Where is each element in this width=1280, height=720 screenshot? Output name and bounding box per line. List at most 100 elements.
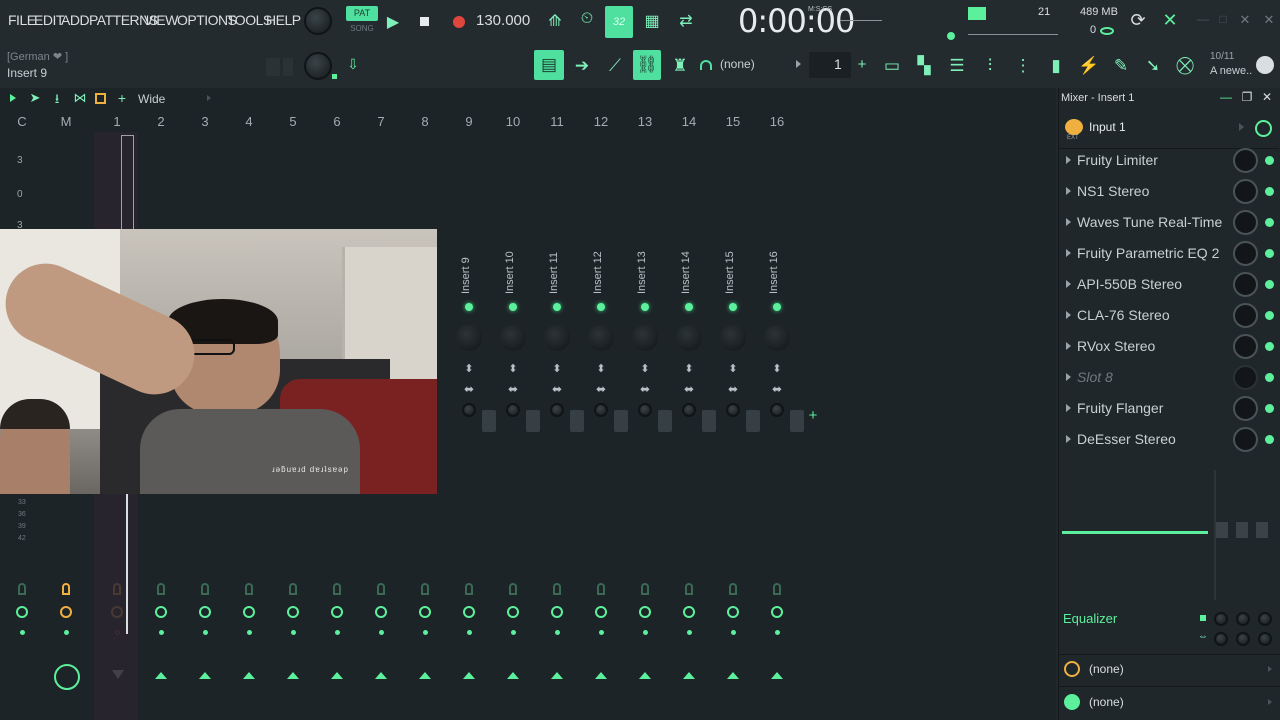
insert-9-lock-icon[interactable]	[465, 583, 473, 595]
effect-slot-8[interactable]: Slot 8	[1062, 364, 1276, 392]
menu-tools[interactable]: TOOLS	[227, 12, 272, 28]
insert-4-send-arrow-icon[interactable]	[243, 672, 255, 679]
slot-label[interactable]: Fruity Parametric EQ 2	[1077, 245, 1227, 261]
effect-slot-3[interactable]: Waves Tune Real-Time S..	[1062, 209, 1276, 237]
magnet-icon[interactable]	[700, 60, 712, 70]
slot-mix-knob[interactable]	[1233, 303, 1258, 328]
slot-expand-arrow-icon[interactable]	[1066, 435, 1071, 443]
mixer-layout-icon[interactable]	[95, 93, 106, 104]
effect-slot-4[interactable]: Fruity Parametric EQ 2	[1062, 240, 1276, 268]
song-mode-button[interactable]: SONG	[346, 24, 378, 33]
insert-6-latency-icon[interactable]	[331, 606, 343, 618]
insert-15-stereo-icon[interactable]: ⬍	[726, 364, 740, 375]
insert-8-latency-icon[interactable]	[419, 606, 431, 618]
insert-9-swap-icon[interactable]: ⬌	[462, 382, 476, 396]
slot-enable-led[interactable]	[1265, 311, 1274, 320]
insert-9-enable-led[interactable]	[465, 303, 473, 311]
insert-16-send-arrow-icon[interactable]	[771, 672, 783, 679]
insert-c-route-dot[interactable]	[20, 630, 25, 635]
effect-slot-6[interactable]: CLA-76 Stereo	[1062, 302, 1276, 330]
mixer-add-icon[interactable]: +	[115, 90, 129, 106]
insert-10-separation-knob[interactable]	[506, 403, 520, 417]
panel-pan-fader[interactable]	[1236, 522, 1248, 538]
insert-10-enable-led[interactable]	[509, 303, 517, 311]
insert-10-lock-icon[interactable]	[509, 583, 517, 595]
insert-name-10[interactable]: Insert 10	[504, 244, 518, 294]
insert-11-route-dot[interactable]	[555, 630, 560, 635]
slot-mix-knob[interactable]	[1233, 210, 1258, 235]
insert-15-fader[interactable]	[746, 410, 760, 432]
slot-label[interactable]: API-550B Stereo	[1077, 276, 1227, 292]
playlist-window-icon[interactable]: ▭	[880, 54, 904, 78]
insert-15-route-dot[interactable]	[731, 630, 736, 635]
insert-name-13[interactable]: Insert 13	[636, 244, 650, 294]
export-icon[interactable]: ➘	[1141, 54, 1165, 78]
insert-12-lock-icon[interactable]	[597, 583, 605, 595]
insert-13-send-arrow-icon[interactable]	[639, 672, 651, 679]
input-select[interactable]: Input 1	[1089, 120, 1126, 134]
insert-6-route-dot[interactable]	[335, 630, 340, 635]
pat-mode-button[interactable]: PAT	[346, 6, 378, 21]
insert-14-latency-icon[interactable]	[683, 606, 695, 618]
metronome-icon[interactable]: ⟰	[545, 11, 565, 31]
insert-14-enable-led[interactable]	[685, 303, 693, 311]
insert-12-route-dot[interactable]	[599, 630, 604, 635]
insert-c-lock-icon[interactable]	[18, 583, 26, 595]
output-2-select[interactable]: (none)	[1089, 695, 1124, 709]
mixer-route-icon[interactable]: ➤	[27, 90, 43, 106]
insert-11-fader[interactable]	[570, 410, 584, 432]
panel-volume-fader[interactable]	[1216, 522, 1228, 538]
slot-expand-arrow-icon[interactable]	[1066, 404, 1071, 412]
insert-name-16[interactable]: Insert 16	[768, 244, 782, 294]
insert-11-swap-icon[interactable]: ⬌	[550, 382, 564, 396]
pin-icon[interactable]: ✕	[1262, 12, 1276, 28]
insert-7-route-dot[interactable]	[379, 630, 384, 635]
effect-slot-10[interactable]: DeEsser Stereo	[1062, 426, 1276, 454]
news-text[interactable]: A newe..	[1210, 65, 1252, 77]
insert-11-pan-knob[interactable]	[544, 325, 570, 351]
master-send-knob[interactable]	[54, 664, 80, 690]
insert-name-9[interactable]: Insert 9	[460, 244, 474, 294]
output-1-select[interactable]: (none)	[1089, 662, 1124, 676]
slot-enable-led[interactable]	[1265, 435, 1274, 444]
output-1-arrow[interactable]	[1268, 666, 1272, 672]
insert-13-enable-led[interactable]	[641, 303, 649, 311]
insert-11-lock-icon[interactable]	[553, 583, 561, 595]
insert-14-stereo-icon[interactable]: ⬍	[682, 364, 696, 375]
insert-12-send-arrow-icon[interactable]	[595, 672, 607, 679]
news-date[interactable]: 10/11	[1210, 51, 1234, 62]
insert-9-latency-icon[interactable]	[463, 606, 475, 618]
menu-edit[interactable]: EDIT	[34, 12, 64, 28]
slot-mix-knob[interactable]	[1233, 148, 1258, 173]
insert-8-send-arrow-icon[interactable]	[419, 672, 431, 679]
insert-c-latency-icon[interactable]	[16, 606, 28, 618]
add-pattern-icon[interactable]: +	[855, 56, 869, 73]
master-volume-knob[interactable]	[304, 7, 332, 35]
menu-help[interactable]: HELP	[266, 12, 301, 28]
insert-9-pan-knob[interactable]	[456, 325, 482, 351]
slot-mix-knob[interactable]	[1233, 179, 1258, 204]
close-icon[interactable]: ✕	[1238, 12, 1252, 28]
slot-label[interactable]: Fruity Limiter	[1077, 152, 1227, 168]
slot-expand-arrow-icon[interactable]	[1066, 156, 1071, 164]
insert-2-latency-icon[interactable]	[155, 606, 167, 618]
insert-4-route-dot[interactable]	[247, 630, 252, 635]
eq-low-knob[interactable]	[1214, 612, 1228, 626]
insert-10-swap-icon[interactable]: ⬌	[506, 382, 520, 396]
eq-mid-freq-knob[interactable]	[1236, 632, 1250, 646]
eq-high-freq-knob[interactable]	[1258, 632, 1272, 646]
insert-12-separation-knob[interactable]	[594, 403, 608, 417]
slot-enable-led[interactable]	[1265, 218, 1274, 227]
insert-16-swap-icon[interactable]: ⬌	[770, 382, 784, 396]
insert-12-swap-icon[interactable]: ⬌	[594, 382, 608, 396]
mixer-split-icon[interactable]: ⋈	[72, 90, 88, 106]
insert-11-latency-icon[interactable]	[551, 606, 563, 618]
mixer-view-arrow[interactable]	[207, 95, 211, 101]
insert-13-lock-icon[interactable]	[641, 583, 649, 595]
stamp-icon[interactable]: ♜	[668, 54, 692, 78]
pattern-number[interactable]: 1	[834, 56, 842, 72]
insert-9-separation-knob[interactable]	[462, 403, 476, 417]
minimize-icon[interactable]: —	[1196, 12, 1210, 26]
menu-view[interactable]: VIEW	[144, 12, 178, 28]
insert-16-latency-icon[interactable]	[771, 606, 783, 618]
